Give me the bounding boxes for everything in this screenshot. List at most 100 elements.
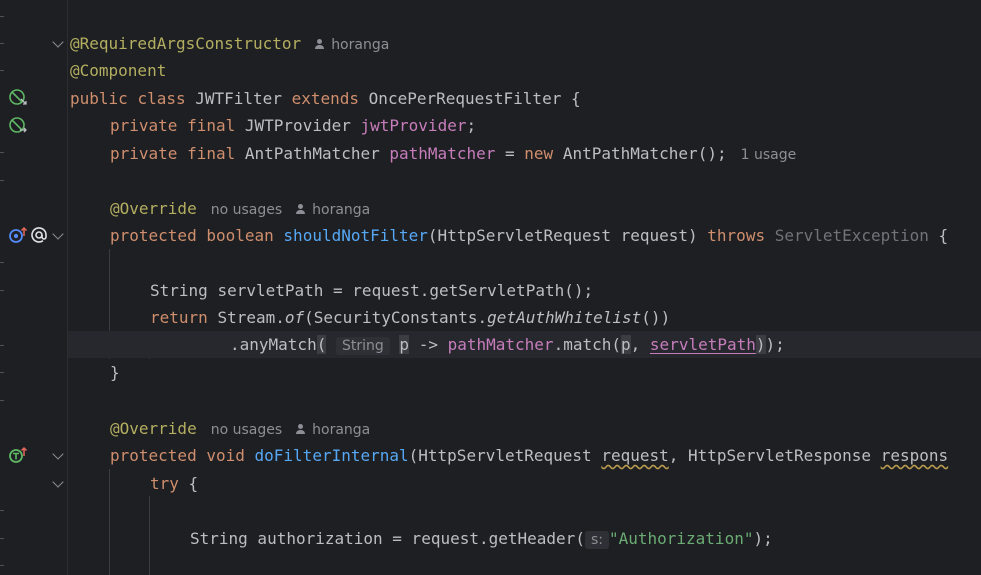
code-line[interactable]: private final AntPathMatcher pathMatcher…: [68, 140, 981, 167]
code-line[interactable]: protected boolean shouldNotFilter(HttpSe…: [68, 222, 981, 249]
comma: ,: [630, 335, 641, 354]
parameter-name: request: [601, 446, 669, 465]
person-icon: [296, 424, 306, 434]
keyword: private: [110, 116, 178, 135]
author-hint[interactable]: horanga: [296, 422, 370, 438]
gutter-tick: [0, 345, 4, 346]
gutter-tick: [0, 565, 4, 566]
keyword: extends: [291, 89, 360, 108]
statement-end: );: [753, 529, 773, 548]
code-line[interactable]: try {: [68, 470, 981, 497]
class-name: JWTFilter: [195, 89, 282, 108]
expression: ()): [641, 308, 671, 327]
person-icon: [296, 204, 306, 214]
keyword: try: [150, 474, 179, 493]
matched-paren: (: [316, 335, 327, 354]
captured-variable: servletPath: [649, 335, 756, 354]
gutter-tick: [0, 290, 4, 291]
fold-chevron-icon[interactable]: [52, 448, 64, 460]
keyword: new: [524, 144, 554, 163]
lambda-param-ref: p: [621, 335, 631, 354]
param-name-hint[interactable]: s:: [584, 531, 609, 549]
brace: {: [938, 226, 949, 245]
code-line[interactable]: public class JWTFilter extends OncePerRe…: [68, 85, 981, 112]
annotation: @RequiredArgsConstructor: [70, 34, 302, 53]
keyword: class: [137, 89, 186, 108]
brace: }: [110, 363, 120, 382]
code-line[interactable]: @Component: [68, 57, 981, 84]
type-name: String: [150, 281, 208, 300]
person-icon: [315, 39, 325, 49]
usage-hint[interactable]: no usages: [211, 202, 282, 218]
static-method: of: [284, 308, 305, 327]
arrow: ->: [418, 335, 438, 354]
keyword: boolean: [206, 226, 274, 245]
author-hint[interactable]: horanga: [315, 37, 389, 53]
keyword: private: [110, 144, 178, 163]
keyword: protected: [110, 226, 197, 245]
code-line[interactable]: String authorization = request.getHeader…: [68, 525, 981, 552]
code-line[interactable]: }: [68, 359, 981, 386]
semicolon: ;: [466, 116, 477, 135]
keyword: public: [70, 89, 128, 108]
usage-hint[interactable]: no usages: [211, 422, 282, 438]
fold-chevron-icon[interactable]: [52, 36, 64, 48]
gutter-tick: [0, 262, 4, 263]
override-icon[interactable]: [8, 226, 28, 244]
parent-class: OncePerRequestFilter: [368, 89, 562, 108]
exception-type: ServletException: [774, 226, 929, 245]
overrides-method-icon[interactable]: [8, 446, 28, 464]
annotation: @Component: [70, 61, 167, 80]
gutter-tick: [0, 538, 4, 539]
gutter-tick: [0, 180, 4, 181]
gutter-tick: [0, 16, 4, 17]
usage-hint[interactable]: 1 usage: [741, 147, 797, 163]
gutter: [0, 0, 68, 575]
parameter-name: respons: [880, 446, 949, 465]
gutter-tick: [0, 400, 4, 401]
code-line-current[interactable]: .anyMatch( String p -> pathMatcher.match…: [68, 331, 981, 358]
author-hint[interactable]: horanga: [296, 202, 370, 218]
code-line[interactable]: @Override no usages horanga: [68, 415, 981, 442]
brace: {: [570, 89, 581, 108]
type-hint[interactable]: String: [335, 337, 390, 355]
injection-icon[interactable]: [8, 116, 28, 134]
type-name: AntPathMatcher: [244, 144, 380, 163]
field-name: pathMatcher: [447, 335, 554, 354]
matched-paren: ): [755, 335, 766, 354]
code-line[interactable]: String servletPath = request.getServletP…: [68, 277, 981, 304]
keyword: protected: [110, 446, 197, 465]
code-line[interactable]: private final JWTProvider jwtProvider;: [68, 112, 981, 139]
keyword: final: [187, 116, 236, 135]
field-name: pathMatcher: [389, 144, 496, 163]
implemented-icon[interactable]: [8, 88, 28, 106]
expression: (SecurityConstants.: [304, 308, 488, 327]
gutter-tick: [0, 152, 4, 153]
code-line[interactable]: @RequiredArgsConstructor horanga: [68, 30, 981, 57]
fold-chevron-icon[interactable]: [52, 228, 64, 240]
keyword: throws: [707, 226, 766, 245]
statement: String authorization = request.getHeader…: [190, 529, 585, 548]
annotation: @Override: [110, 199, 197, 218]
annotation-icon[interactable]: [30, 226, 48, 244]
method-call: .anyMatch: [230, 335, 317, 354]
code-line[interactable]: @Override no usages horanga: [68, 195, 981, 222]
method-name: shouldNotFilter: [283, 226, 428, 245]
constructor-call: AntPathMatcher();: [562, 144, 727, 163]
code-line[interactable]: protected void doFilterInternal(HttpServ…: [68, 442, 981, 469]
method-call: .match(: [553, 335, 621, 354]
fold-chevron-icon[interactable]: [52, 476, 64, 488]
code-editor[interactable]: @RequiredArgsConstructor horanga @Compone…: [68, 0, 981, 575]
method-name: doFilterInternal: [254, 446, 409, 465]
expression: Stream.: [217, 308, 285, 327]
parameters: (HttpServletRequest: [408, 446, 592, 465]
static-method: getAuthWhitelist: [487, 308, 642, 327]
lambda-param: p: [399, 335, 410, 354]
annotation: @Override: [110, 419, 197, 438]
brace: {: [188, 474, 199, 493]
keyword: return: [150, 308, 208, 327]
code-line[interactable]: return Stream.of(SecurityConstants.getAu…: [68, 304, 981, 331]
keyword: final: [187, 144, 236, 163]
type-name: JWTProvider: [244, 116, 351, 135]
parameters: , HttpServletResponse: [668, 446, 872, 465]
